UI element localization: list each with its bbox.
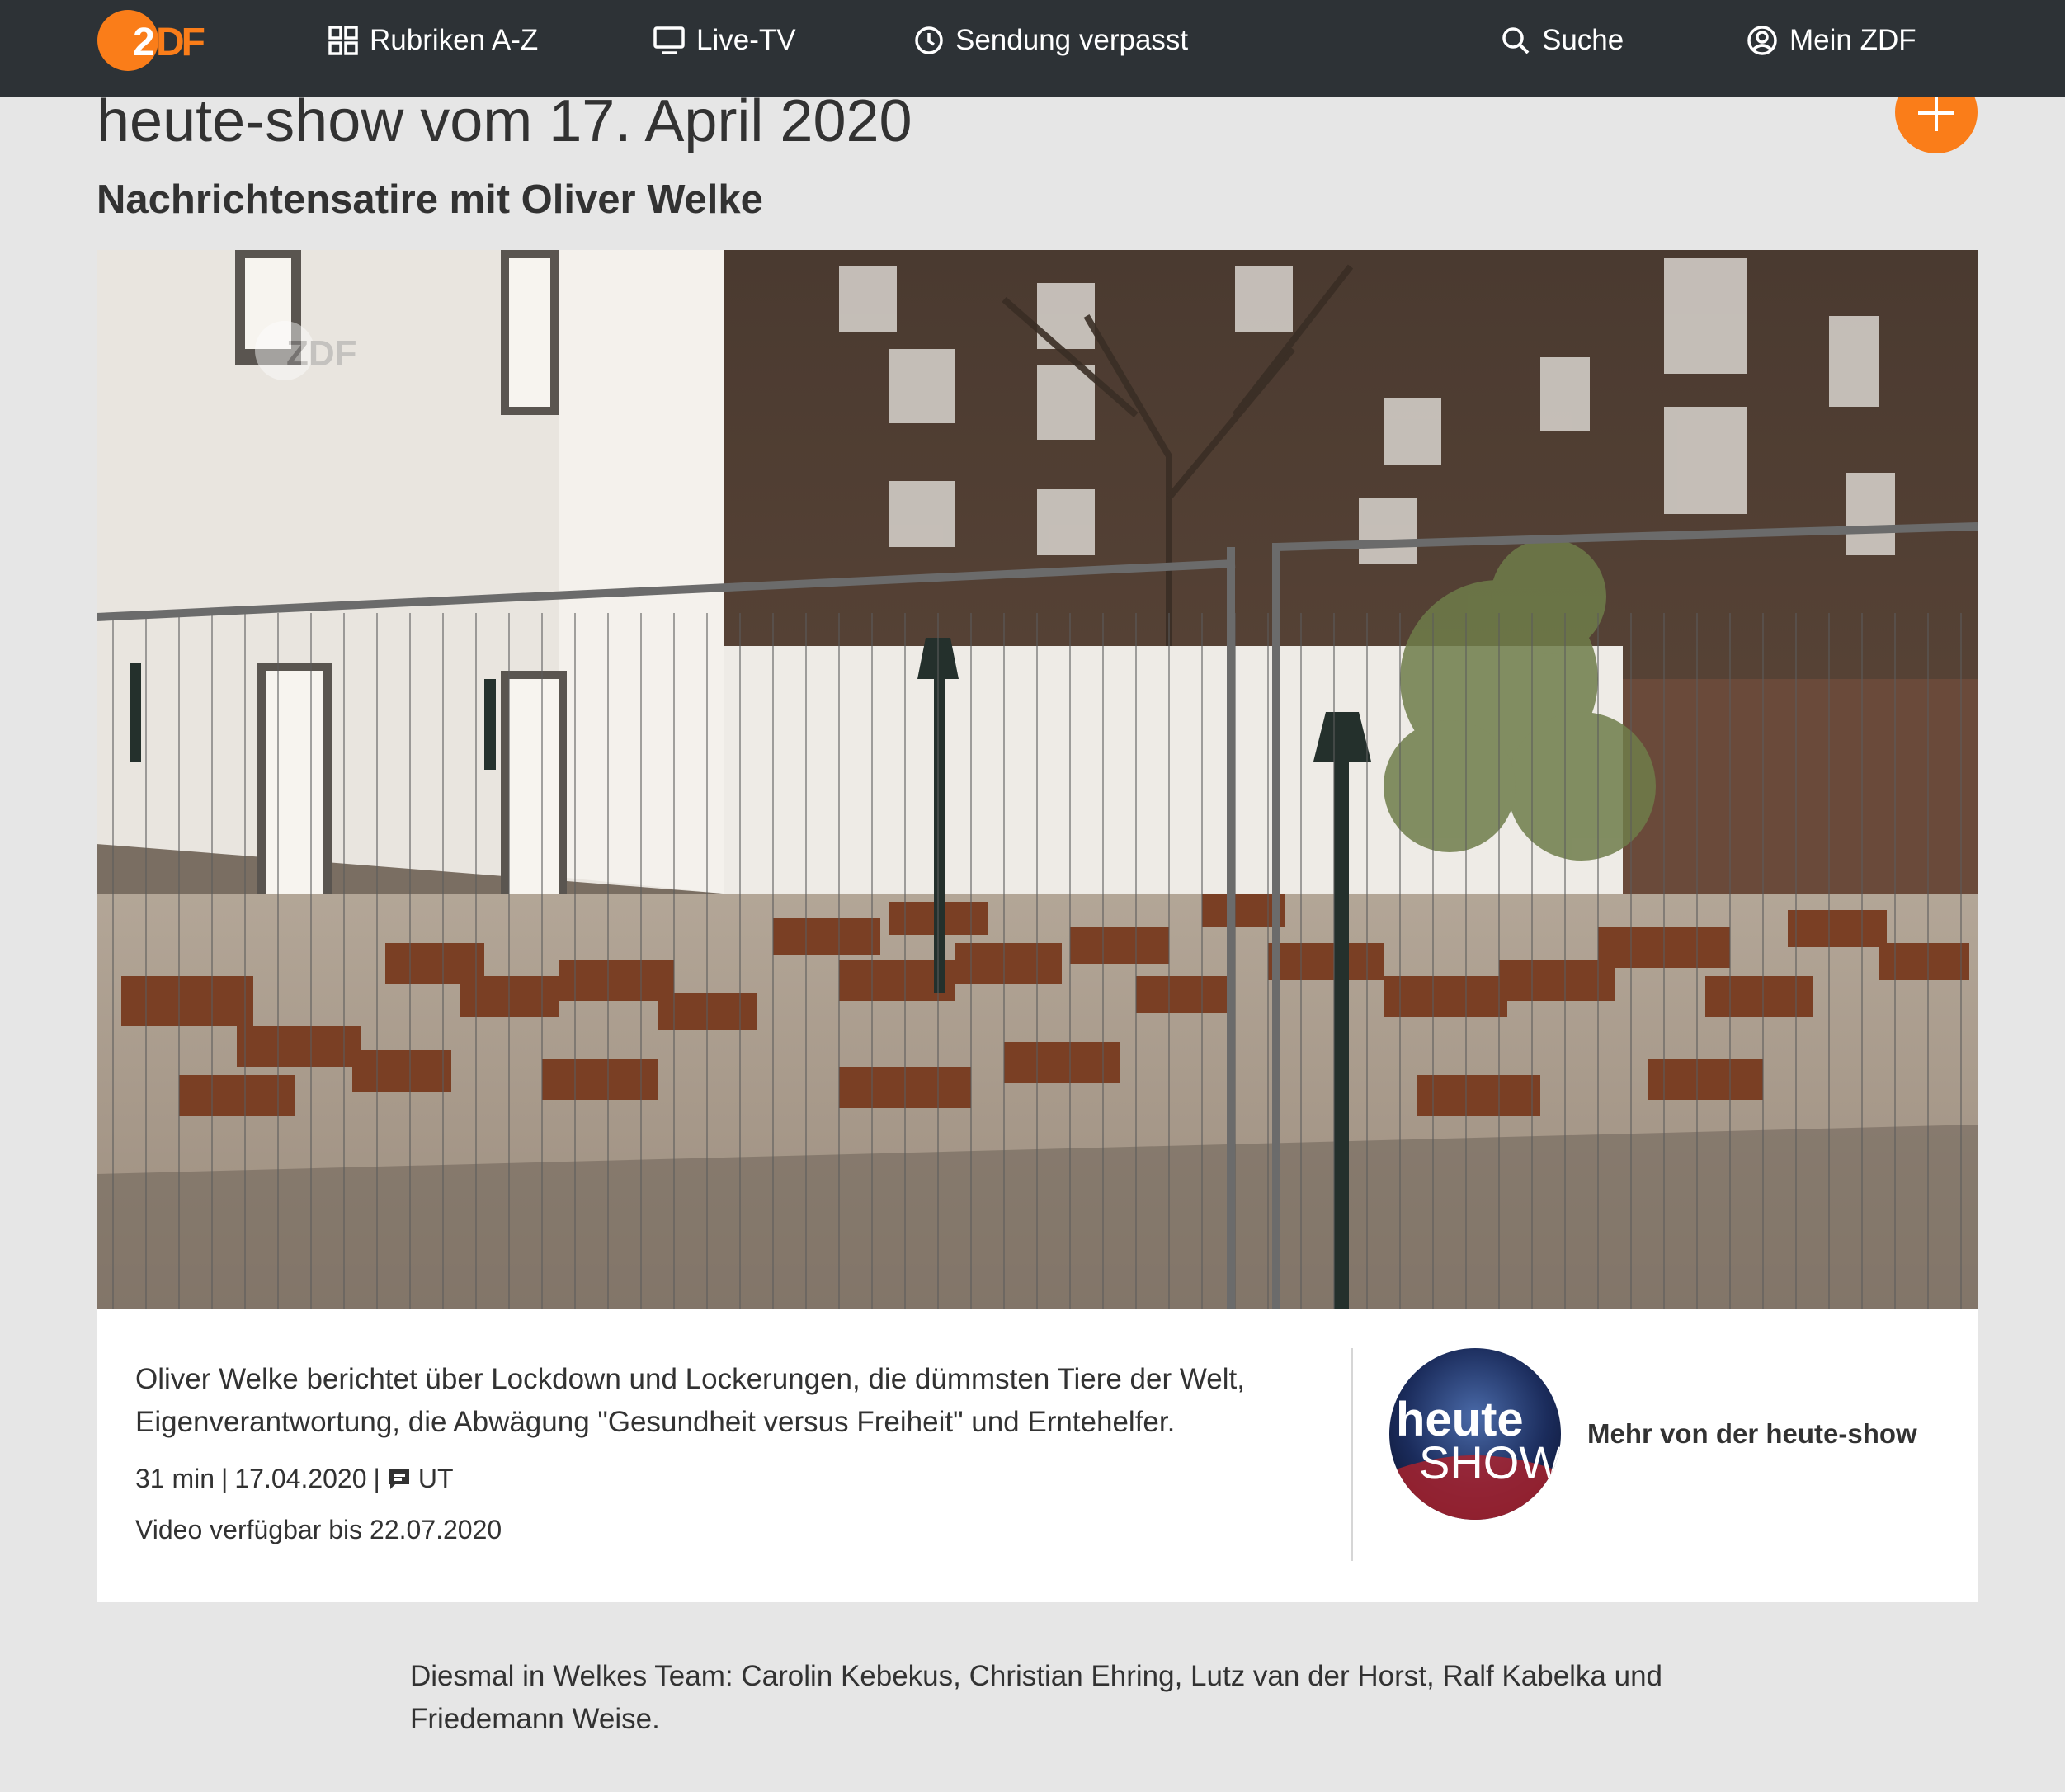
info-card: Oliver Welke berichtet über Lockdown und… xyxy=(97,1309,1978,1602)
nav-rubriken-label: Rubriken A-Z xyxy=(370,24,539,56)
page-title: heute-show vom 17. April 2020 xyxy=(97,88,912,154)
svg-text:2: 2 xyxy=(133,21,153,64)
more-from-show-label: Mehr von der heute-show xyxy=(1587,1418,1917,1449)
episode-date: 17.04.2020 xyxy=(234,1464,367,1493)
nav-sendung-verpasst-label: Sendung verpasst xyxy=(955,24,1189,56)
nav-sendung-verpasst[interactable]: Sendung verpasst xyxy=(914,20,1188,61)
page-subtitle: Nachrichtensatire mit Oliver Welke xyxy=(97,177,763,222)
heute-show-logo: heute SHOW xyxy=(1389,1348,1561,1520)
clock-icon xyxy=(915,26,943,54)
search-icon xyxy=(1502,27,1530,54)
video-player[interactable]: ZDF xyxy=(97,250,1978,1309)
meta-separator: | xyxy=(373,1464,380,1493)
nav-mein-zdf-label: Mein ZDF xyxy=(1789,24,1916,56)
nav-mein-zdf[interactable]: Mein ZDF xyxy=(1747,20,1916,61)
team-description: Diesmal in Welkes Team: Carolin Kebekus,… xyxy=(410,1660,1663,1735)
user-icon xyxy=(1747,26,1777,55)
more-from-show-link[interactable]: heute SHOW Mehr von der heute-show xyxy=(1389,1346,1917,1521)
svg-text:DF: DF xyxy=(156,21,205,64)
nav-live-tv[interactable]: Live-TV xyxy=(653,20,796,61)
card-divider xyxy=(1351,1348,1353,1561)
episode-meta: 31 min | 17.04.2020 | UT xyxy=(135,1464,453,1494)
tv-icon xyxy=(653,26,685,54)
svg-text:SHOW: SHOW xyxy=(1419,1436,1561,1488)
subtitles-icon xyxy=(389,1469,409,1489)
subtitles-badge: UT xyxy=(417,1464,454,1493)
nav-live-tv-label: Live-TV xyxy=(696,24,796,56)
episode-duration: 31 min xyxy=(135,1464,215,1493)
svg-text:ZDF: ZDF xyxy=(286,333,357,374)
top-navigation: 2 DF Rubriken A-Z Live-TV Sendung verpas… xyxy=(0,0,2065,97)
nav-search-label: Suche xyxy=(1542,24,1624,56)
zdf-logo[interactable]: 2 DF xyxy=(97,9,212,72)
nav-search[interactable]: Suche xyxy=(1501,20,1624,61)
episode-description: Oliver Welke berichtet über Lockdown und… xyxy=(135,1363,1245,1438)
grid-icon xyxy=(328,26,358,55)
meta-separator: | xyxy=(221,1464,229,1493)
video-still: ZDF xyxy=(97,250,1978,1309)
nav-rubriken[interactable]: Rubriken A-Z xyxy=(328,20,538,61)
availability-text: Video verfügbar bis 22.07.2020 xyxy=(135,1515,502,1544)
